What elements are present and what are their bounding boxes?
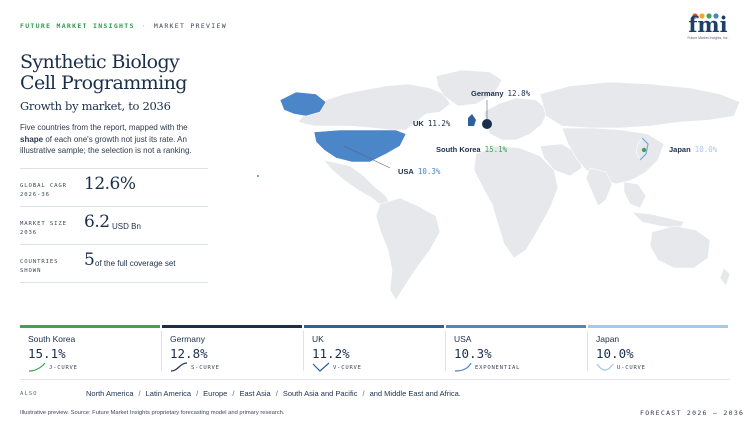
region-link[interactable]: South Asia and Pacific: [283, 389, 358, 398]
map-south-america: [375, 197, 441, 301]
callout-germany[interactable]: Germany 12.8%: [471, 89, 530, 98]
card-value: 15.1%: [28, 346, 66, 361]
card-value: 10.0%: [596, 346, 634, 361]
map-se-asia: [623, 181, 647, 209]
stat-value: 6.2: [84, 212, 110, 232]
header-separator: ·: [141, 22, 147, 30]
also-label: ALSO: [20, 391, 38, 397]
card-value: 10.3%: [454, 346, 492, 361]
description-part-2: of each one's growth not just its rate. …: [20, 134, 192, 156]
map-new-zealand: [719, 267, 731, 287]
map-germany: [482, 119, 492, 129]
card-value: 11.2%: [312, 346, 350, 361]
stat-label: GLOBAL CAGR 2026-36: [20, 183, 67, 198]
map-uk: [468, 114, 476, 126]
stat-unit: USD Bn: [112, 222, 141, 231]
stat-label: COUNTRIES SHOWN: [20, 259, 59, 274]
map-australia: [649, 225, 711, 269]
u-curve-icon: [596, 363, 614, 371]
map-usa: [313, 129, 407, 163]
divider: [20, 379, 730, 380]
card-usa[interactable]: USA 10.3% EXPONENTIAL: [446, 325, 586, 375]
card-japan[interactable]: Japan 10.0% U-CURVE: [588, 325, 728, 375]
stat-market-size: MARKET SIZE 2036 6.2 USD Bn: [20, 206, 208, 244]
map-africa: [473, 145, 559, 259]
card-shape: EXPONENTIAL: [475, 365, 521, 371]
region-link[interactable]: East Asia: [239, 389, 270, 398]
map-europe: [483, 97, 549, 141]
forecast-range: FORECAST 2026 – 2036: [640, 409, 745, 417]
callout-south-korea[interactable]: South Korea 15.1%: [436, 145, 507, 154]
card-country: South Korea: [28, 334, 76, 344]
callout-country: Japan: [669, 145, 691, 154]
region-link[interactable]: Latin America: [146, 389, 191, 398]
callout-country: Germany: [471, 89, 504, 98]
callout-value: 10.0%: [694, 145, 718, 154]
v-curve-icon: [312, 362, 330, 372]
card-value: 12.8%: [170, 346, 208, 361]
j-curve-icon: [28, 362, 46, 372]
card-shape: U-CURVE: [617, 365, 646, 371]
callout-country: UK: [413, 119, 424, 128]
card-south-korea[interactable]: South Korea 15.1% J-CURVE: [20, 325, 160, 375]
section-label: MARKET PREVIEW: [153, 22, 227, 30]
source-note: Illustrative preview. Source: Future Mar…: [20, 410, 285, 416]
region-link[interactable]: and Middle East and Africa.: [370, 389, 461, 398]
also-list: North America / Latin America / Europe / East …: [86, 389, 461, 398]
map-indonesia: [631, 211, 685, 229]
brand-name: FUTURE MARKET INSIGHTS: [20, 22, 135, 30]
logo-tagline: Future Market Insights, Inc.: [687, 36, 729, 40]
page-subtitle: Growth by market, to 2036: [20, 99, 171, 113]
country-cards: South Korea 15.1% J-CURVE Germany 12.8% …: [20, 325, 730, 375]
description-bold: shape: [20, 134, 44, 144]
callout-usa[interactable]: USA 10.3%: [398, 167, 440, 176]
card-shape: J-CURVE: [49, 365, 78, 371]
region-link[interactable]: Europe: [203, 389, 227, 398]
map-mexico: [323, 159, 391, 207]
fmi-logo[interactable]: fmi Future Market Insights, Inc.: [686, 12, 730, 42]
card-country: Germany: [170, 334, 205, 344]
callout-value: 12.8%: [507, 89, 531, 98]
card-shape: V-CURVE: [333, 365, 362, 371]
callout-value: 10.3%: [417, 167, 441, 176]
callout-value: 11.2%: [427, 119, 451, 128]
card-country: UK: [312, 334, 324, 344]
stat-label: MARKET SIZE 2036: [20, 221, 67, 236]
card-country: Japan: [596, 334, 620, 344]
card-shape: S-CURVE: [191, 365, 220, 371]
region-link[interactable]: North America: [86, 389, 134, 398]
callout-japan[interactable]: Japan 10.0%: [669, 145, 717, 154]
stat-value: 5: [84, 250, 95, 270]
description: Five countries from the report, mapped w…: [20, 122, 210, 157]
page-title: Synthetic Biology Cell Programming: [20, 51, 187, 94]
card-uk[interactable]: UK 11.2% V-CURVE: [304, 325, 444, 375]
exponential-curve-icon: [454, 362, 472, 372]
stat-unit: of the full coverage set: [95, 259, 176, 268]
s-curve-icon: [170, 362, 188, 372]
callout-country: South Korea: [436, 145, 481, 154]
callout-value: 15.1%: [484, 145, 508, 154]
header-bar: FUTURE MARKET INSIGHTS · MARKET PREVIEW: [20, 22, 227, 30]
map-russia: [539, 81, 741, 129]
callout-country: USA: [398, 167, 414, 176]
logo-mark: fmi: [688, 12, 728, 37]
stat-value: 12.6%: [84, 174, 136, 194]
card-country: USA: [454, 334, 472, 344]
stat-global-cagr: GLOBAL CAGR 2026-36 12.6%: [20, 168, 208, 206]
description-part-1: Five countries from the report, mapped w…: [20, 123, 188, 132]
card-germany[interactable]: Germany 12.8% S-CURVE: [162, 325, 302, 375]
map-small-marker: [257, 175, 259, 177]
callout-uk[interactable]: UK 11.2%: [413, 119, 450, 128]
map-alaska: [279, 91, 327, 117]
map-south-korea: [641, 147, 647, 153]
world-map: [257, 69, 741, 301]
stat-countries-shown: COUNTRIES SHOWN 5 of the full coverage s…: [20, 244, 208, 283]
map-asia: [561, 127, 665, 185]
